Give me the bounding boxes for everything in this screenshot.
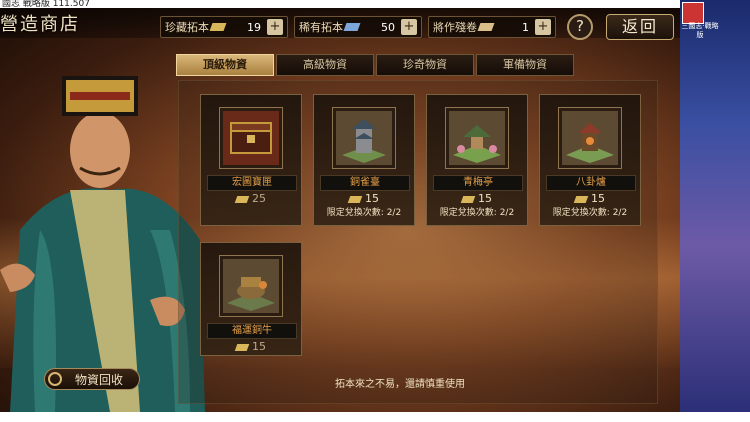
item-card[interactable]: 福運銅牛 15 (200, 242, 302, 356)
furnace-building-icon (562, 111, 618, 165)
tab-high-grade[interactable]: 高級物資 (276, 54, 374, 76)
item-price: 15 (201, 340, 301, 353)
tab-rare[interactable]: 珍奇物資 (376, 54, 474, 76)
recycle-icon (48, 372, 62, 386)
item-image-frame (219, 255, 283, 317)
pavilion-building-icon (449, 111, 505, 165)
item-card[interactable]: 銅雀臺 15 限定兌換次數: 2/2 (313, 94, 415, 226)
gold-rubbing-icon (460, 195, 476, 203)
resource-label: 將作殘卷 (433, 21, 477, 34)
window-title: 國志 戰略版 111.507 (0, 0, 682, 9)
item-name: 福運銅牛 (207, 323, 297, 339)
resource-value: 50 (381, 20, 395, 34)
item-name: 青梅亭 (433, 175, 523, 191)
scroll-icon (477, 23, 495, 31)
gold-rubbing-icon (234, 195, 250, 203)
resource-value: 1 (522, 20, 529, 34)
help-button[interactable]: ? (567, 14, 593, 40)
item-limit: 限定兌換次數: 2/2 (439, 208, 515, 218)
resource-value: 19 (247, 20, 261, 34)
item-image-frame (445, 107, 509, 169)
gold-rubbing-icon (573, 195, 589, 203)
item-image-frame (219, 107, 283, 169)
item-image-frame (332, 107, 396, 169)
item-card[interactable]: 宏圖寶匣 25 (200, 94, 302, 226)
gold-rubbing-icon (209, 23, 227, 31)
tab-military[interactable]: 軍備物資 (476, 54, 574, 76)
item-price: 25 (201, 192, 301, 205)
resource-label: 珍藏拓本 (165, 21, 209, 34)
tower-building-icon (336, 111, 392, 165)
item-limit: 限定兌換次數: 2/2 (552, 208, 628, 218)
add-resource-button[interactable]: + (267, 19, 283, 35)
back-button[interactable]: 返回 (606, 14, 674, 40)
item-price: 15 (540, 192, 640, 205)
add-resource-button[interactable]: + (535, 19, 551, 35)
resource-rare-rubbing: 珍藏拓本 19 + (160, 16, 288, 38)
item-price: 15 (427, 192, 527, 205)
item-price: 15 (314, 192, 414, 205)
resource-label: 稀有拓本 (299, 21, 343, 34)
gold-rubbing-icon (234, 343, 250, 351)
app-shortcut-icon[interactable] (682, 2, 704, 24)
desktop-background (680, 0, 750, 412)
item-card[interactable]: 青梅亭 15 限定兌換次數: 2/2 (426, 94, 528, 226)
shop-title: 營造商店 (0, 14, 80, 35)
usage-hint: 拓本來之不易，還請慎重使用 (335, 379, 465, 390)
window-bottom-edge (0, 412, 750, 422)
gold-rubbing-icon (347, 195, 363, 203)
item-card[interactable]: 八卦爐 15 限定兌換次數: 2/2 (539, 94, 641, 226)
treasure-chest-icon (223, 111, 279, 165)
item-price-value: 15 (591, 192, 605, 205)
blue-rubbing-icon (343, 23, 361, 31)
item-price-value: 25 (252, 192, 266, 205)
item-price-value: 15 (365, 192, 379, 205)
resource-craft-scroll: 將作殘卷 1 + (428, 16, 556, 38)
item-name: 銅雀臺 (320, 175, 410, 191)
item-limit: 限定兌換次數: 2/2 (326, 208, 402, 218)
resource-uncommon-rubbing: 稀有拓本 50 + (294, 16, 422, 38)
tab-top-grade[interactable]: 頂級物資 (176, 54, 274, 76)
app-shortcut-label[interactable]: 三國志·戰略版 (680, 22, 720, 40)
item-price-value: 15 (478, 192, 492, 205)
item-image-frame (558, 107, 622, 169)
item-name: 八卦爐 (546, 175, 636, 191)
bronze-ox-icon (223, 259, 279, 313)
add-resource-button[interactable]: + (401, 19, 417, 35)
item-name: 宏圖寶匣 (207, 175, 297, 191)
item-price-value: 15 (252, 340, 266, 353)
